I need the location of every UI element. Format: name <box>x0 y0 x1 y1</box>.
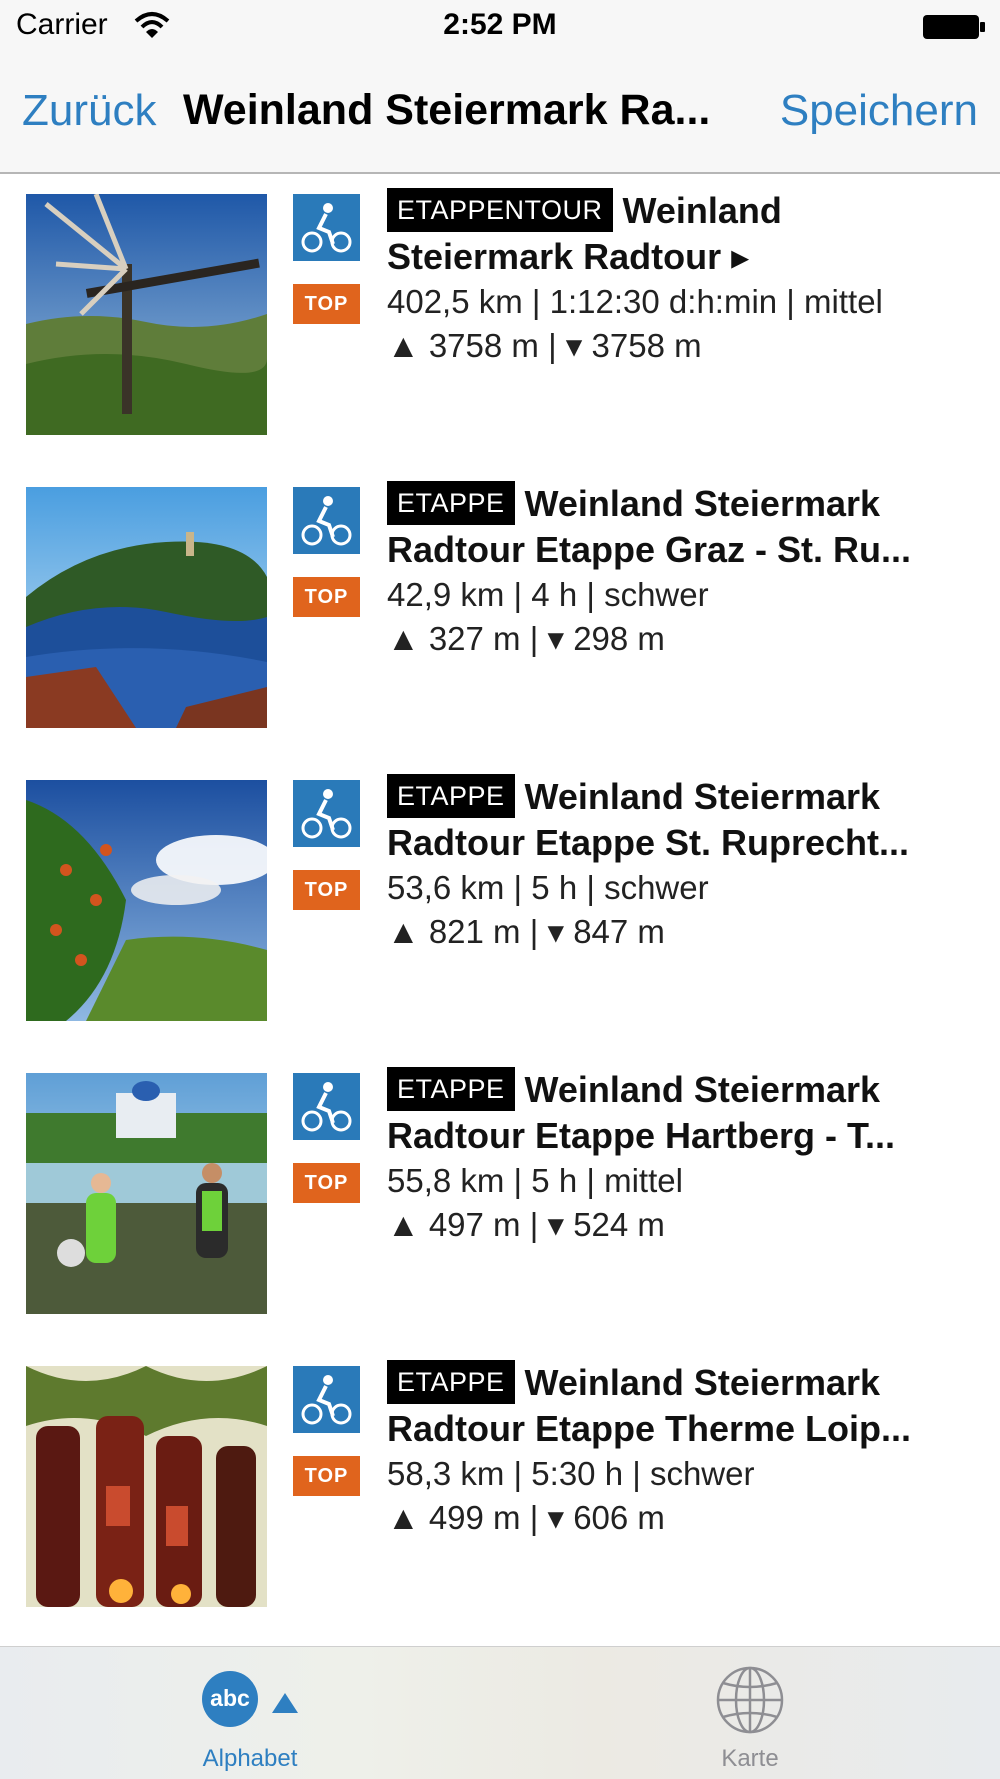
tour-elevation: ▲ 497 m | ▾ 524 m <box>387 1206 665 1243</box>
navigation-bar: Zurück Weinland Steiermark Ra... Speiche… <box>0 56 1000 174</box>
tour-stats: 42,9 km | 4 h | schwer <box>387 576 709 613</box>
bicycle-icon <box>293 487 360 554</box>
page-title: Weinland Steiermark Ra... <box>183 86 711 134</box>
bicycle-icon <box>293 1073 360 1140</box>
tour-type-tag: ETAPPENTOUR <box>387 188 613 232</box>
tour-elevation: ▲ 821 m | ▾ 847 m <box>387 913 665 950</box>
tab-bar: abc Alphabet Karte <box>0 1646 1000 1779</box>
tour-title: Weinland Steiermark <box>524 1069 881 1110</box>
tour-elevation: ▲ 3758 m | ▾ 3758 m <box>387 327 702 364</box>
tour-title-line1: ETAPPE Weinland Steiermark <box>387 481 987 527</box>
tour-title-line2: Radtour Etappe St. Ruprecht... <box>387 822 910 863</box>
bicycle-icon <box>293 1366 360 1433</box>
tour-thumbnail <box>26 487 267 728</box>
tour-title-line1: ETAPPE Weinland Steiermark <box>387 1067 987 1113</box>
tour-title-line1: ETAPPE Weinland Steiermark <box>387 1360 987 1406</box>
tour-title: Weinland <box>622 190 782 231</box>
list-item[interactable]: TOP ETAPPE Weinland Steiermark Radtour Et… <box>0 1346 1000 1639</box>
tour-info: ETAPPE Weinland Steiermark Radtour Etappe… <box>387 774 987 954</box>
tour-thumbnail <box>26 1073 267 1314</box>
wine-bottles-photo <box>26 1366 267 1607</box>
tour-type-tag: ETAPPE <box>387 1360 515 1404</box>
tab-label: Alphabet <box>202 1745 298 1772</box>
tab-karte[interactable]: Karte <box>500 1647 1000 1779</box>
save-button[interactable]: Speichern <box>780 86 978 136</box>
bicycle-icon <box>293 194 360 261</box>
sort-ascending-icon <box>272 1693 298 1713</box>
tour-type-tag: ETAPPE <box>387 774 515 818</box>
tour-info: ETAPPE Weinland Steiermark Radtour Etappe… <box>387 1360 987 1540</box>
tab-alphabet[interactable]: abc Alphabet <box>0 1647 500 1779</box>
tour-stats: 402,5 km | 1:12:30 d:h:min | mittel <box>387 283 883 320</box>
tour-info: ETAPPENTOUR Weinland Steiermark Radtour ▸… <box>387 188 987 368</box>
list-item[interactable]: TOP ETAPPE Weinland Steiermark Radtour Et… <box>0 1053 1000 1346</box>
apple-tree-photo <box>26 780 267 1021</box>
tour-thumbnail <box>26 1366 267 1607</box>
top-badge: TOP <box>293 870 360 910</box>
list-item[interactable]: TOP ETAPPE Weinland Steiermark Radtour Et… <box>0 467 1000 760</box>
tour-stats: 58,3 km | 5:30 h | schwer <box>387 1455 755 1492</box>
tour-stats: 53,6 km | 5 h | schwer <box>387 869 709 906</box>
tour-elevation: ▲ 327 m | ▾ 298 m <box>387 620 665 657</box>
top-badge: TOP <box>293 1456 360 1496</box>
tour-title-line1: ETAPPE Weinland Steiermark <box>387 774 987 820</box>
status-bar: Carrier 2:52 PM <box>0 0 1000 56</box>
tour-title-line2: Radtour Etappe Hartberg - T... <box>387 1115 896 1156</box>
status-time: 2:52 PM <box>443 8 557 41</box>
tour-title: Weinland Steiermark <box>524 776 881 817</box>
top-badge: TOP <box>293 1163 360 1203</box>
tab-label: Karte <box>721 1745 779 1772</box>
tour-title-line2: Steiermark Radtour ▸ <box>387 236 750 277</box>
tour-stats: 55,8 km | 5 h | mittel <box>387 1162 683 1199</box>
tour-title-line2: Radtour Etappe Therme Loip... <box>387 1408 912 1449</box>
top-badge: TOP <box>293 577 360 617</box>
tour-type-tag: ETAPPE <box>387 481 515 525</box>
graz-photo <box>26 487 267 728</box>
globe-icon <box>716 1666 784 1734</box>
tour-title: Weinland Steiermark <box>524 1362 881 1403</box>
bicycle-icon <box>293 780 360 847</box>
tour-title-line2: Radtour Etappe Graz - St. Ru... <box>387 529 912 570</box>
list-item[interactable]: TOP ETAPPE Weinland Steiermark Radtour Et… <box>0 760 1000 1053</box>
tour-title-line1: ETAPPENTOUR Weinland <box>387 188 987 234</box>
windmill-photo <box>26 194 267 435</box>
tour-thumbnail <box>26 194 267 435</box>
tour-title: Weinland Steiermark <box>524 483 881 524</box>
back-button[interactable]: Zurück <box>22 86 156 136</box>
tour-elevation: ▲ 499 m | ▾ 606 m <box>387 1499 665 1536</box>
tour-thumbnail <box>26 780 267 1021</box>
top-badge: TOP <box>293 284 360 324</box>
battery-icon <box>923 15 985 39</box>
tour-type-tag: ETAPPE <box>387 1067 515 1111</box>
abc-icon: abc <box>202 1671 258 1727</box>
list-item[interactable]: TOP ETAPPENTOUR Weinland Steiermark Radto… <box>0 174 1000 467</box>
cyclists-photo <box>26 1073 267 1314</box>
tour-info: ETAPPE Weinland Steiermark Radtour Etappe… <box>387 1067 987 1247</box>
tour-info: ETAPPE Weinland Steiermark Radtour Etappe… <box>387 481 987 661</box>
